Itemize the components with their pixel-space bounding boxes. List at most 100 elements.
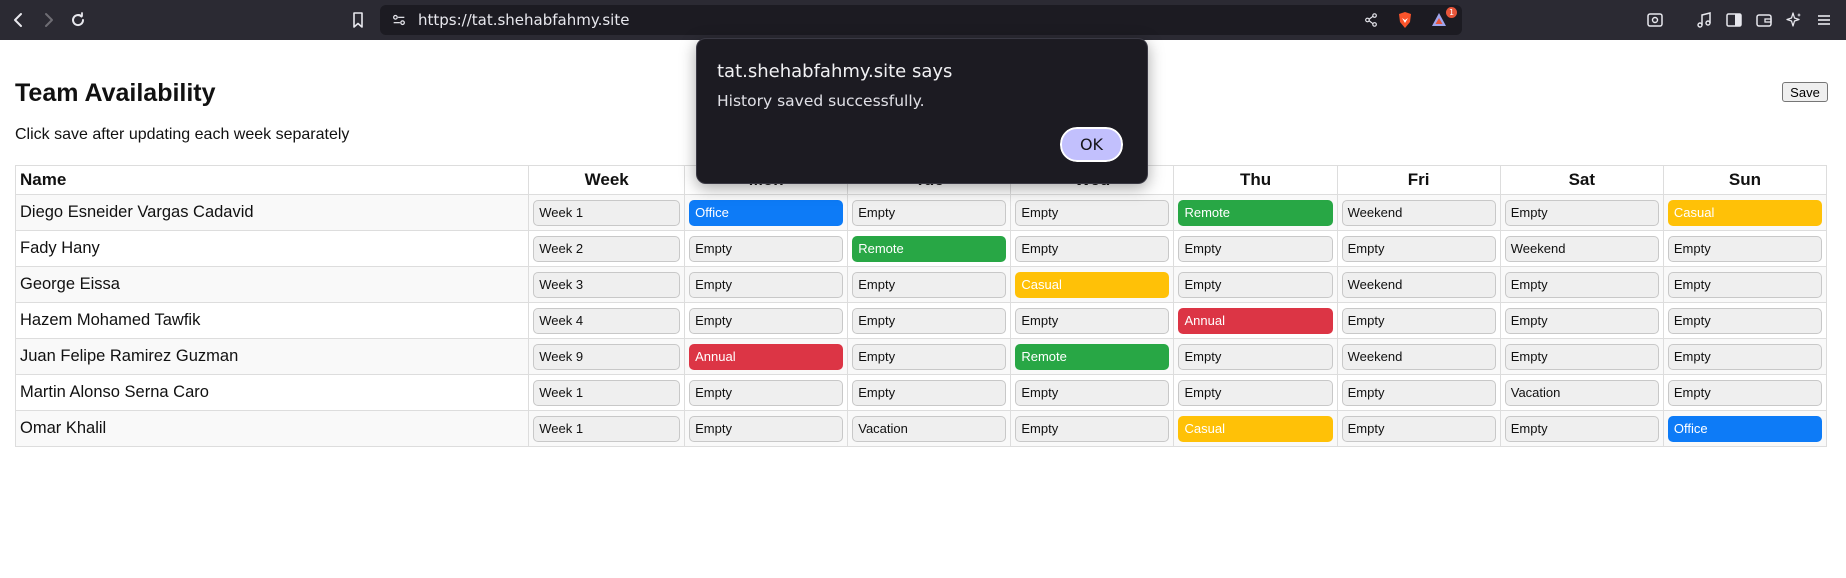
- day-cell-wed: Empty: [1010, 302, 1175, 339]
- day-cell-wed: Remote: [1010, 338, 1175, 375]
- status-select-sun[interactable]: Empty: [1667, 271, 1822, 298]
- status-select-sun[interactable]: Empty: [1667, 235, 1822, 262]
- back-icon[interactable]: [7, 8, 31, 32]
- status-select-wed[interactable]: Empty: [1015, 379, 1170, 406]
- status-select-thu[interactable]: Empty: [1178, 343, 1333, 370]
- week-select[interactable]: Week 1: [533, 415, 681, 442]
- column-header-fri: Fri: [1336, 165, 1501, 195]
- status-select-wed[interactable]: Empty: [1015, 307, 1170, 334]
- status-select-fri[interactable]: Weekend: [1341, 271, 1496, 298]
- status-select-sun[interactable]: Casual: [1667, 199, 1822, 226]
- status-select-mon[interactable]: Empty: [689, 379, 844, 406]
- status-select-thu[interactable]: Annual: [1178, 307, 1333, 334]
- table-row: Juan Felipe Ramirez Guzman Week 9 Annual Em…: [14, 338, 1828, 375]
- status-select-mon[interactable]: Office: [689, 199, 844, 226]
- status-select-sat[interactable]: Vacation: [1504, 379, 1659, 406]
- day-cell-mon: Office: [684, 194, 849, 231]
- address-bar[interactable]: https://tat.shehabfahmy.site 1: [380, 5, 1462, 35]
- table-row: Martin Alonso Serna Caro Week 1 Empty Empty…: [14, 374, 1828, 411]
- browser-toolbar: https://tat.shehabfahmy.site 1: [0, 0, 1846, 40]
- status-select-fri[interactable]: Empty: [1341, 415, 1496, 442]
- status-select-mon[interactable]: Empty: [689, 235, 844, 262]
- status-select-fri[interactable]: Weekend: [1341, 199, 1496, 226]
- column-header-thu: Thu: [1173, 165, 1338, 195]
- share-icon[interactable]: [1362, 11, 1380, 29]
- status-select-wed[interactable]: Empty: [1015, 235, 1170, 262]
- status-select-tue[interactable]: Empty: [852, 199, 1007, 226]
- status-select-thu[interactable]: Empty: [1178, 235, 1333, 262]
- status-select-sun[interactable]: Empty: [1667, 379, 1822, 406]
- status-select-tue[interactable]: Remote: [852, 235, 1007, 262]
- status-select-sat[interactable]: Empty: [1504, 343, 1659, 370]
- week-select[interactable]: Week 1: [533, 199, 681, 226]
- status-select-wed[interactable]: Empty: [1015, 199, 1170, 226]
- status-select-sat[interactable]: Empty: [1504, 271, 1659, 298]
- alert-title: tat.shehabfahmy.site says: [717, 61, 953, 82]
- day-cell-sat: Empty: [1499, 410, 1664, 447]
- status-select-sat[interactable]: Empty: [1504, 307, 1659, 334]
- status-select-sun[interactable]: Empty: [1667, 343, 1822, 370]
- status-select-thu[interactable]: Casual: [1178, 415, 1333, 442]
- status-select-tue[interactable]: Empty: [852, 271, 1007, 298]
- status-select-fri[interactable]: Empty: [1341, 235, 1496, 262]
- bookmark-icon[interactable]: [346, 8, 370, 32]
- member-name: Omar Khalil: [14, 410, 530, 447]
- status-select-wed[interactable]: Remote: [1015, 343, 1170, 370]
- status-select-thu[interactable]: Empty: [1178, 271, 1333, 298]
- leo-ai-icon[interactable]: [1782, 8, 1806, 32]
- week-select[interactable]: Week 9: [533, 343, 681, 370]
- save-button[interactable]: Save: [1782, 82, 1828, 102]
- alert-ok-button[interactable]: OK: [1058, 125, 1125, 164]
- screenshot-icon[interactable]: [1643, 8, 1667, 32]
- day-cell-thu: Empty: [1173, 374, 1338, 411]
- status-select-sun[interactable]: Office: [1667, 415, 1822, 442]
- status-select-tue[interactable]: Empty: [852, 343, 1007, 370]
- status-select-sat[interactable]: Empty: [1504, 415, 1659, 442]
- brave-shields-icon[interactable]: [1396, 11, 1414, 29]
- reload-icon[interactable]: [66, 8, 90, 32]
- status-select-fri[interactable]: Weekend: [1341, 343, 1496, 370]
- url-text[interactable]: https://tat.shehabfahmy.site: [418, 11, 629, 29]
- table-row: Hazem Mohamed Tawfik Week 4 Empty Empty Empt…: [14, 302, 1828, 339]
- status-select-sun[interactable]: Empty: [1667, 307, 1822, 334]
- week-select[interactable]: Week 1: [533, 379, 681, 406]
- alert-dialog: tat.shehabfahmy.site says History saved …: [696, 38, 1148, 184]
- status-select-thu[interactable]: Remote: [1178, 199, 1333, 226]
- table-row: George Eissa Week 3 Empty Empty Casual Empty W…: [14, 266, 1828, 303]
- week-select[interactable]: Week 3: [533, 271, 681, 298]
- status-select-mon[interactable]: Empty: [689, 307, 844, 334]
- status-select-fri[interactable]: Empty: [1341, 379, 1496, 406]
- table-row: Diego Esneider Vargas Cadavid Week 1 Offic…: [14, 194, 1828, 231]
- status-select-wed[interactable]: Casual: [1015, 271, 1170, 298]
- week-select[interactable]: Week 2: [533, 235, 681, 262]
- status-select-mon[interactable]: Empty: [689, 415, 844, 442]
- status-select-fri[interactable]: Empty: [1341, 307, 1496, 334]
- status-select-tue[interactable]: Empty: [852, 379, 1007, 406]
- day-cell-mon: Empty: [684, 266, 849, 303]
- forward-icon[interactable]: [36, 8, 60, 32]
- day-cell-wed: Empty: [1010, 374, 1175, 411]
- wallet-icon[interactable]: [1752, 8, 1776, 32]
- status-select-wed[interactable]: Empty: [1015, 415, 1170, 442]
- status-select-tue[interactable]: Vacation: [852, 415, 1007, 442]
- week-cell: Week 3: [528, 266, 686, 303]
- day-cell-wed: Empty: [1010, 194, 1175, 231]
- status-select-mon[interactable]: Annual: [689, 343, 844, 370]
- week-select[interactable]: Week 4: [533, 307, 681, 334]
- status-select-sat[interactable]: Empty: [1504, 199, 1659, 226]
- status-select-mon[interactable]: Empty: [689, 271, 844, 298]
- site-settings-icon[interactable]: [390, 11, 408, 29]
- status-select-thu[interactable]: Empty: [1178, 379, 1333, 406]
- menu-icon[interactable]: [1812, 8, 1836, 32]
- day-cell-sat: Empty: [1499, 266, 1664, 303]
- notification-badge: 1: [1446, 7, 1457, 18]
- week-cell: Week 1: [528, 194, 686, 231]
- day-cell-sun: Empty: [1662, 302, 1828, 339]
- media-icon[interactable]: [1692, 8, 1716, 32]
- member-name: Diego Esneider Vargas Cadavid: [14, 194, 530, 231]
- status-select-tue[interactable]: Empty: [852, 307, 1007, 334]
- member-name: Martin Alonso Serna Caro: [14, 374, 530, 411]
- sidebar-icon[interactable]: [1722, 8, 1746, 32]
- day-cell-sat: Empty: [1499, 194, 1664, 231]
- status-select-sat[interactable]: Weekend: [1504, 235, 1659, 262]
